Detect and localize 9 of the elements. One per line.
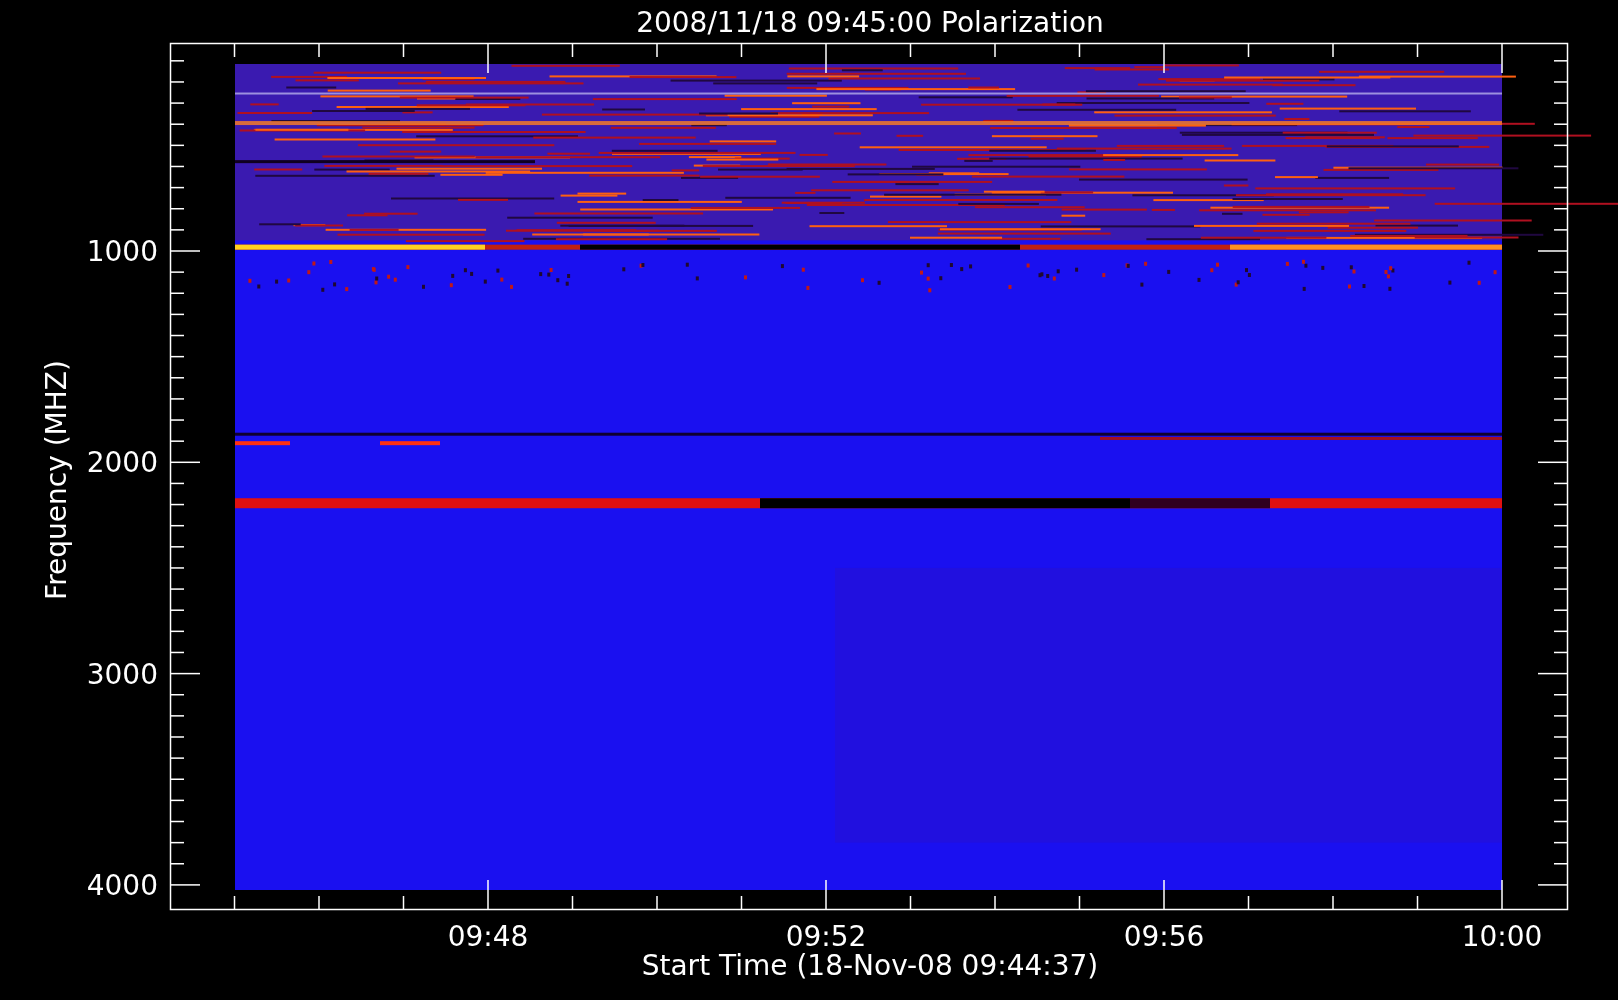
tick-label: 2000 [86,446,158,480]
tick-label: 3000 [86,657,158,691]
tick-label: 1000 [86,235,158,268]
y-axis-label: Frequency (MHZ) [40,360,73,600]
tick-label: 09:48 [447,920,529,953]
tick-label: 09:56 [1123,920,1205,953]
tick-label: 4000 [86,868,158,902]
chart-title: 2008/11/18 09:45:00 Polarization [636,6,1104,39]
tick-label: 10:00 [1461,920,1543,953]
